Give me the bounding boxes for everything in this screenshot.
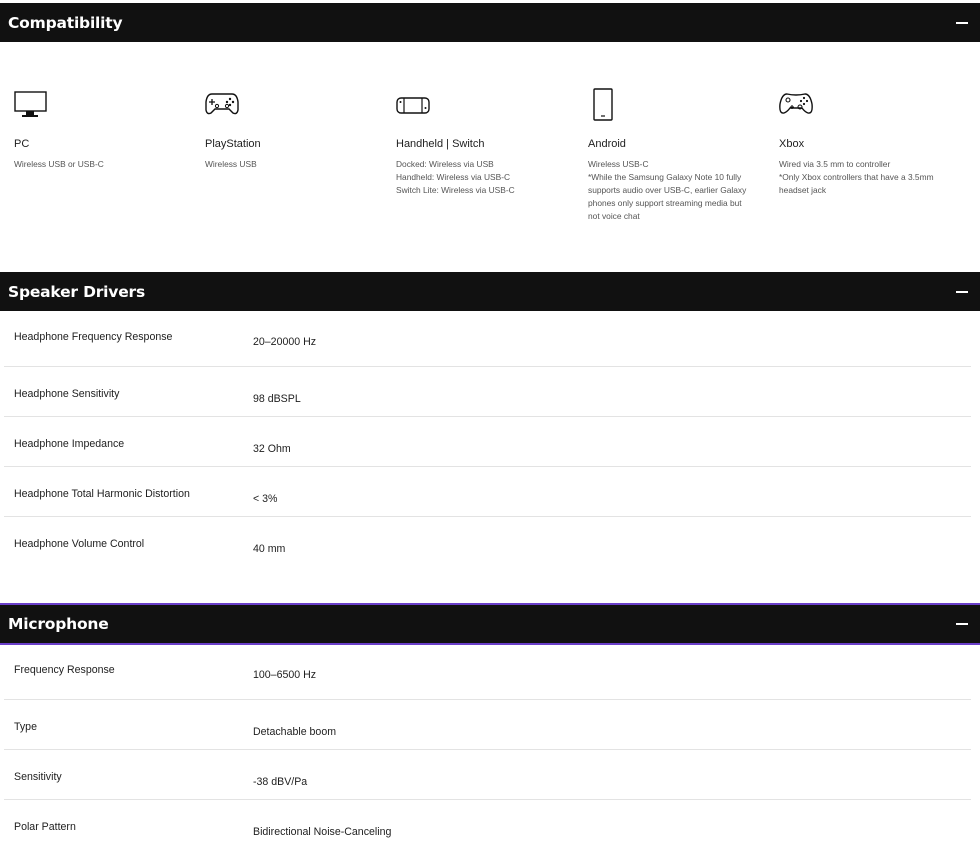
spec-label: Frequency Response xyxy=(14,664,115,676)
table-row: Sensitivity -38 dBV/Pa xyxy=(4,750,971,800)
compat-name: Handheld | Switch xyxy=(396,138,485,150)
compat-desc: Docked: Wireless via USB Handheld: Wirel… xyxy=(396,159,515,195)
spec-label: Headphone Frequency Response xyxy=(14,331,173,343)
table-row: Headphone Volume Control 40 mm xyxy=(4,517,971,567)
xbox-controller-icon xyxy=(779,88,959,122)
spec-value: 40 mm xyxy=(253,543,286,555)
spec-value: Detachable boom xyxy=(253,726,337,738)
compat-desc: Wireless USB-C *While the Samsung Galaxy… xyxy=(588,159,747,221)
compatibility-header[interactable]: Compatibility xyxy=(0,3,980,42)
table-row: Headphone Sensitivity 98 dBSPL xyxy=(4,367,971,417)
compat-desc: Wired via 3.5 mm to controller *Only Xbo… xyxy=(779,159,934,195)
smartphone-icon xyxy=(588,88,768,122)
spec-value: 98 dBSPL xyxy=(253,393,301,405)
collapse-minus-icon[interactable] xyxy=(952,614,972,634)
table-row: Headphone Frequency Response 20–20000 Hz xyxy=(4,317,971,367)
compat-name: PC xyxy=(14,138,30,150)
microphone-spec-table: Frequency Response 100–6500 Hz Type Deta… xyxy=(4,650,971,850)
table-row: Headphone Total Harmonic Distortion < 3% xyxy=(4,467,971,517)
spec-label: Headphone Volume Control xyxy=(14,538,145,550)
handheld-console-icon xyxy=(396,88,576,122)
gamepad-icon xyxy=(205,88,385,122)
table-row: Headphone Impedance 32 Ohm xyxy=(4,417,971,467)
table-row: Polar Pattern Bidirectional Noise-Cancel… xyxy=(4,800,971,850)
spec-label: Headphone Sensitivity xyxy=(14,388,120,400)
spec-value: 20–20000 Hz xyxy=(253,336,317,348)
compat-desc: Wireless USB xyxy=(205,159,257,169)
spec-value: 32 Ohm xyxy=(253,443,291,455)
table-row: Frequency Response 100–6500 Hz xyxy=(4,650,971,700)
compat-name: Android xyxy=(588,138,626,150)
spec-label: Type xyxy=(14,721,37,733)
monitor-icon xyxy=(14,88,194,122)
speaker-drivers-header[interactable]: Speaker Drivers xyxy=(0,272,980,311)
compat-item-xbox: Xbox Wired via 3.5 mm to controller *Onl… xyxy=(779,88,959,197)
spec-value: Bidirectional Noise-Canceling xyxy=(253,826,392,838)
compat-desc: Wireless USB or USB-C xyxy=(14,159,104,169)
speaker-spec-table: Headphone Frequency Response 20–20000 Hz… xyxy=(4,317,971,567)
spec-value: -38 dBV/Pa xyxy=(253,776,308,788)
compat-item-android: Android Wireless USB-C *While the Samsun… xyxy=(588,88,768,223)
compat-item-playstation: PlayStation Wireless USB xyxy=(205,88,385,171)
collapse-minus-icon[interactable] xyxy=(952,13,972,33)
table-row: Type Detachable boom xyxy=(4,700,971,750)
spec-label: Headphone Total Harmonic Distortion xyxy=(14,488,190,500)
compat-name: Xbox xyxy=(779,138,805,150)
collapse-minus-icon[interactable] xyxy=(952,282,972,302)
spec-value: < 3% xyxy=(253,493,278,505)
section-title: Speaker Drivers xyxy=(8,282,145,301)
section-title: Microphone xyxy=(8,615,109,633)
compat-name: PlayStation xyxy=(205,138,261,150)
spec-label: Sensitivity xyxy=(14,771,62,783)
compatibility-grid: PC Wireless USB or USB-C PlayStation Wir… xyxy=(14,88,974,238)
spec-label: Polar Pattern xyxy=(14,821,76,833)
compat-item-switch: Handheld | Switch Docked: Wireless via U… xyxy=(396,88,576,197)
microphone-header[interactable]: Microphone xyxy=(0,603,980,645)
compat-item-pc: PC Wireless USB or USB-C xyxy=(14,88,194,171)
section-title: Compatibility xyxy=(8,13,123,32)
spec-label: Headphone Impedance xyxy=(14,438,125,450)
spec-value: 100–6500 Hz xyxy=(253,669,317,681)
